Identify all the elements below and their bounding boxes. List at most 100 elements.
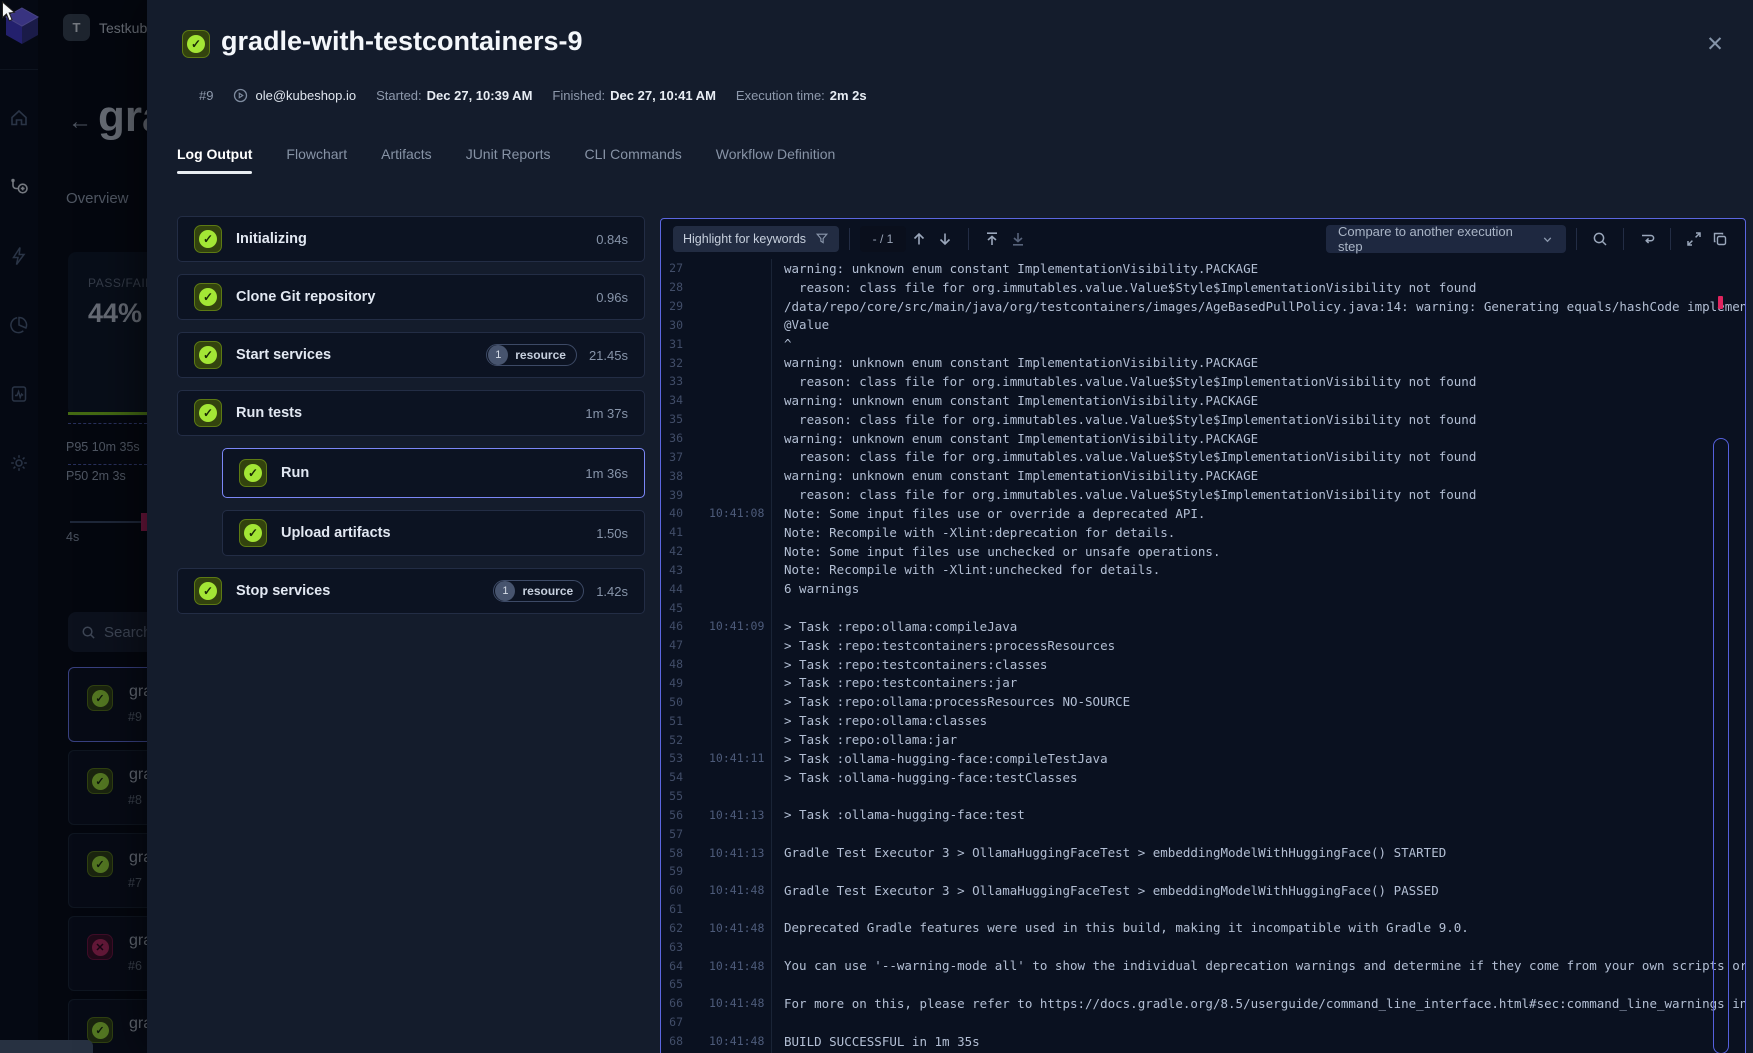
log-line-number: 61: [667, 902, 683, 916]
log-line: 31 ^: [661, 334, 1745, 353]
tab-flowchart[interactable]: Flowchart: [286, 146, 347, 174]
tab-junit-reports[interactable]: JUnit Reports: [466, 146, 551, 174]
tab-artifacts[interactable]: Artifacts: [381, 146, 432, 174]
tab-cli-commands[interactable]: CLI Commands: [585, 146, 682, 174]
step-row[interactable]: ✓Run tests1m 37s: [177, 390, 645, 436]
log-line: 4010:41:08Note: Some input files use or …: [661, 504, 1745, 523]
app-root: T Testkube ← gra Overview PASS/FAIL 44% …: [0, 0, 1753, 1053]
log-text: Note: Some input files use unchecked or …: [784, 544, 1221, 559]
log-line-number: 48: [667, 657, 683, 671]
log-line-number: 63: [667, 940, 683, 954]
started-meta: Started: Dec 27, 10:39 AM: [376, 88, 532, 103]
step-label: Upload artifacts: [281, 525, 391, 541]
step-label: Start services: [236, 347, 331, 363]
resource-badge: 1resource: [493, 580, 584, 602]
step-row[interactable]: ✓Upload artifacts1.50s: [222, 510, 645, 556]
log-text: For more on this, please refer to https:…: [784, 996, 1745, 1011]
log-text: Note: Recompile with -Xlint:unchecked fo…: [784, 562, 1160, 577]
log-line: 30@Value: [661, 316, 1745, 335]
step-duration: 1m 37s: [585, 406, 628, 421]
log-line: 47> Task :repo:testcontainers:processRes…: [661, 636, 1745, 655]
log-text: Gradle Test Executor 3 > OllamaHuggingFa…: [784, 845, 1446, 860]
filter-funnel-icon: [815, 232, 829, 246]
step-duration: 1.42s: [596, 584, 628, 599]
log-line-number: 39: [667, 488, 683, 502]
log-text: @Value: [784, 317, 829, 332]
scrollbar-thumb[interactable]: [1713, 438, 1729, 1053]
log-line: 45: [661, 598, 1745, 617]
log-line-number: 31: [667, 337, 683, 351]
step-row[interactable]: ✓Initializing0.84s: [177, 216, 645, 262]
log-text: reason: class file for org.immutables.va…: [784, 374, 1476, 389]
execution-time-meta: Execution time: 2m 2s: [736, 88, 867, 103]
log-line-number: 50: [667, 695, 683, 709]
highlight-keywords-button[interactable]: Highlight for keywords: [673, 226, 839, 252]
step-row[interactable]: ✓Run1m 36s: [222, 448, 645, 498]
copy-icon[interactable]: [1707, 226, 1733, 252]
close-icon[interactable]: ✕: [1701, 30, 1729, 58]
compare-step-label: Compare to another execution step: [1338, 224, 1541, 254]
compare-step-select[interactable]: Compare to another execution step: [1326, 225, 1566, 253]
log-text: > Task :repo:ollama:compileJava: [784, 619, 1017, 634]
step-row[interactable]: ✓Clone Git repository0.96s: [177, 274, 645, 320]
log-timestamp: 10:41:48: [709, 883, 767, 897]
toolbar-divider: [849, 228, 850, 250]
resource-count: 1: [488, 345, 508, 365]
log-line-number: 54: [667, 770, 683, 784]
log-text: ^: [784, 336, 792, 351]
log-timestamp: 10:41:08: [709, 506, 767, 520]
scrollbar-error-mark: [1718, 296, 1723, 309]
tab-log-output[interactable]: Log Output: [177, 146, 252, 174]
log-line: 34warning: unknown enum constant Impleme…: [661, 391, 1745, 410]
step-row[interactable]: ✓Start services1resource21.45s: [177, 332, 645, 378]
step-status-passed-icon: ✓: [239, 519, 267, 547]
log-line: 27warning: unknown enum constant Impleme…: [661, 259, 1745, 278]
log-line-number: 27: [667, 261, 683, 275]
log-line: 41Note: Recompile with -Xlint:deprecatio…: [661, 523, 1745, 542]
log-text: > Task :repo:testcontainers:jar: [784, 675, 1017, 690]
search-icon[interactable]: [1587, 226, 1613, 252]
log-line: 6410:41:48You can use '--warning-mode al…: [661, 956, 1745, 975]
scroll-to-top-icon[interactable]: [979, 226, 1005, 252]
highlight-keywords-label: Highlight for keywords: [683, 232, 806, 246]
log-toolbar: Highlight for keywords - / 1: [661, 219, 1745, 259]
log-line-number: 58: [667, 846, 683, 860]
log-line: 50> Task :repo:ollama:processResources N…: [661, 692, 1745, 711]
log-text: > Task :ollama-hugging-face:test: [784, 807, 1025, 822]
wrap-text-icon[interactable]: [1634, 226, 1660, 252]
log-line: 38warning: unknown enum constant Impleme…: [661, 466, 1745, 485]
resource-count: 1: [495, 581, 515, 601]
log-output-panel: Highlight for keywords - / 1: [660, 218, 1746, 1053]
step-duration: 0.84s: [596, 232, 628, 247]
log-line: 67: [661, 1013, 1745, 1032]
log-line-number: 45: [667, 601, 683, 615]
chevron-down-icon: [1541, 233, 1554, 246]
arrow-down-icon[interactable]: [932, 226, 958, 252]
scroll-to-bottom-icon[interactable]: [1005, 226, 1031, 252]
log-line-number: 67: [667, 1015, 683, 1029]
tab-workflow-definition[interactable]: Workflow Definition: [716, 146, 836, 174]
log-line: 35 reason: class file for org.immutables…: [661, 410, 1745, 429]
log-timestamp: 10:41:48: [709, 959, 767, 973]
search-match-counter: - / 1: [860, 226, 906, 252]
log-timestamp: 10:41:11: [709, 751, 767, 765]
log-timestamp: 10:41:48: [709, 921, 767, 935]
started-value: Dec 27, 10:39 AM: [427, 88, 533, 103]
log-line: 36warning: unknown enum constant Impleme…: [661, 429, 1745, 448]
log-text: Note: Recompile with -Xlint:deprecation …: [784, 525, 1175, 540]
log-text: reason: class file for org.immutables.va…: [784, 412, 1476, 427]
log-line-number: 68: [667, 1034, 683, 1048]
log-line: 6810:41:48BUILD SUCCESSFUL in 1m 35s: [661, 1032, 1745, 1051]
step-status-passed-icon: ✓: [194, 283, 222, 311]
log-line: 63: [661, 937, 1745, 956]
execution-time-value: 2m 2s: [830, 88, 867, 103]
step-row[interactable]: ✓Stop services1resource1.42s: [177, 568, 645, 614]
execution-title: gradle-with-testcontainers-9: [221, 26, 583, 57]
log-line-number: 64: [667, 959, 683, 973]
log-line-number: 28: [667, 280, 683, 294]
log-line: 65: [661, 975, 1745, 994]
circle-play-icon: [233, 88, 248, 103]
arrow-up-icon[interactable]: [906, 226, 932, 252]
expand-icon[interactable]: [1681, 226, 1707, 252]
log-body[interactable]: 27warning: unknown enum constant Impleme…: [661, 259, 1745, 1053]
